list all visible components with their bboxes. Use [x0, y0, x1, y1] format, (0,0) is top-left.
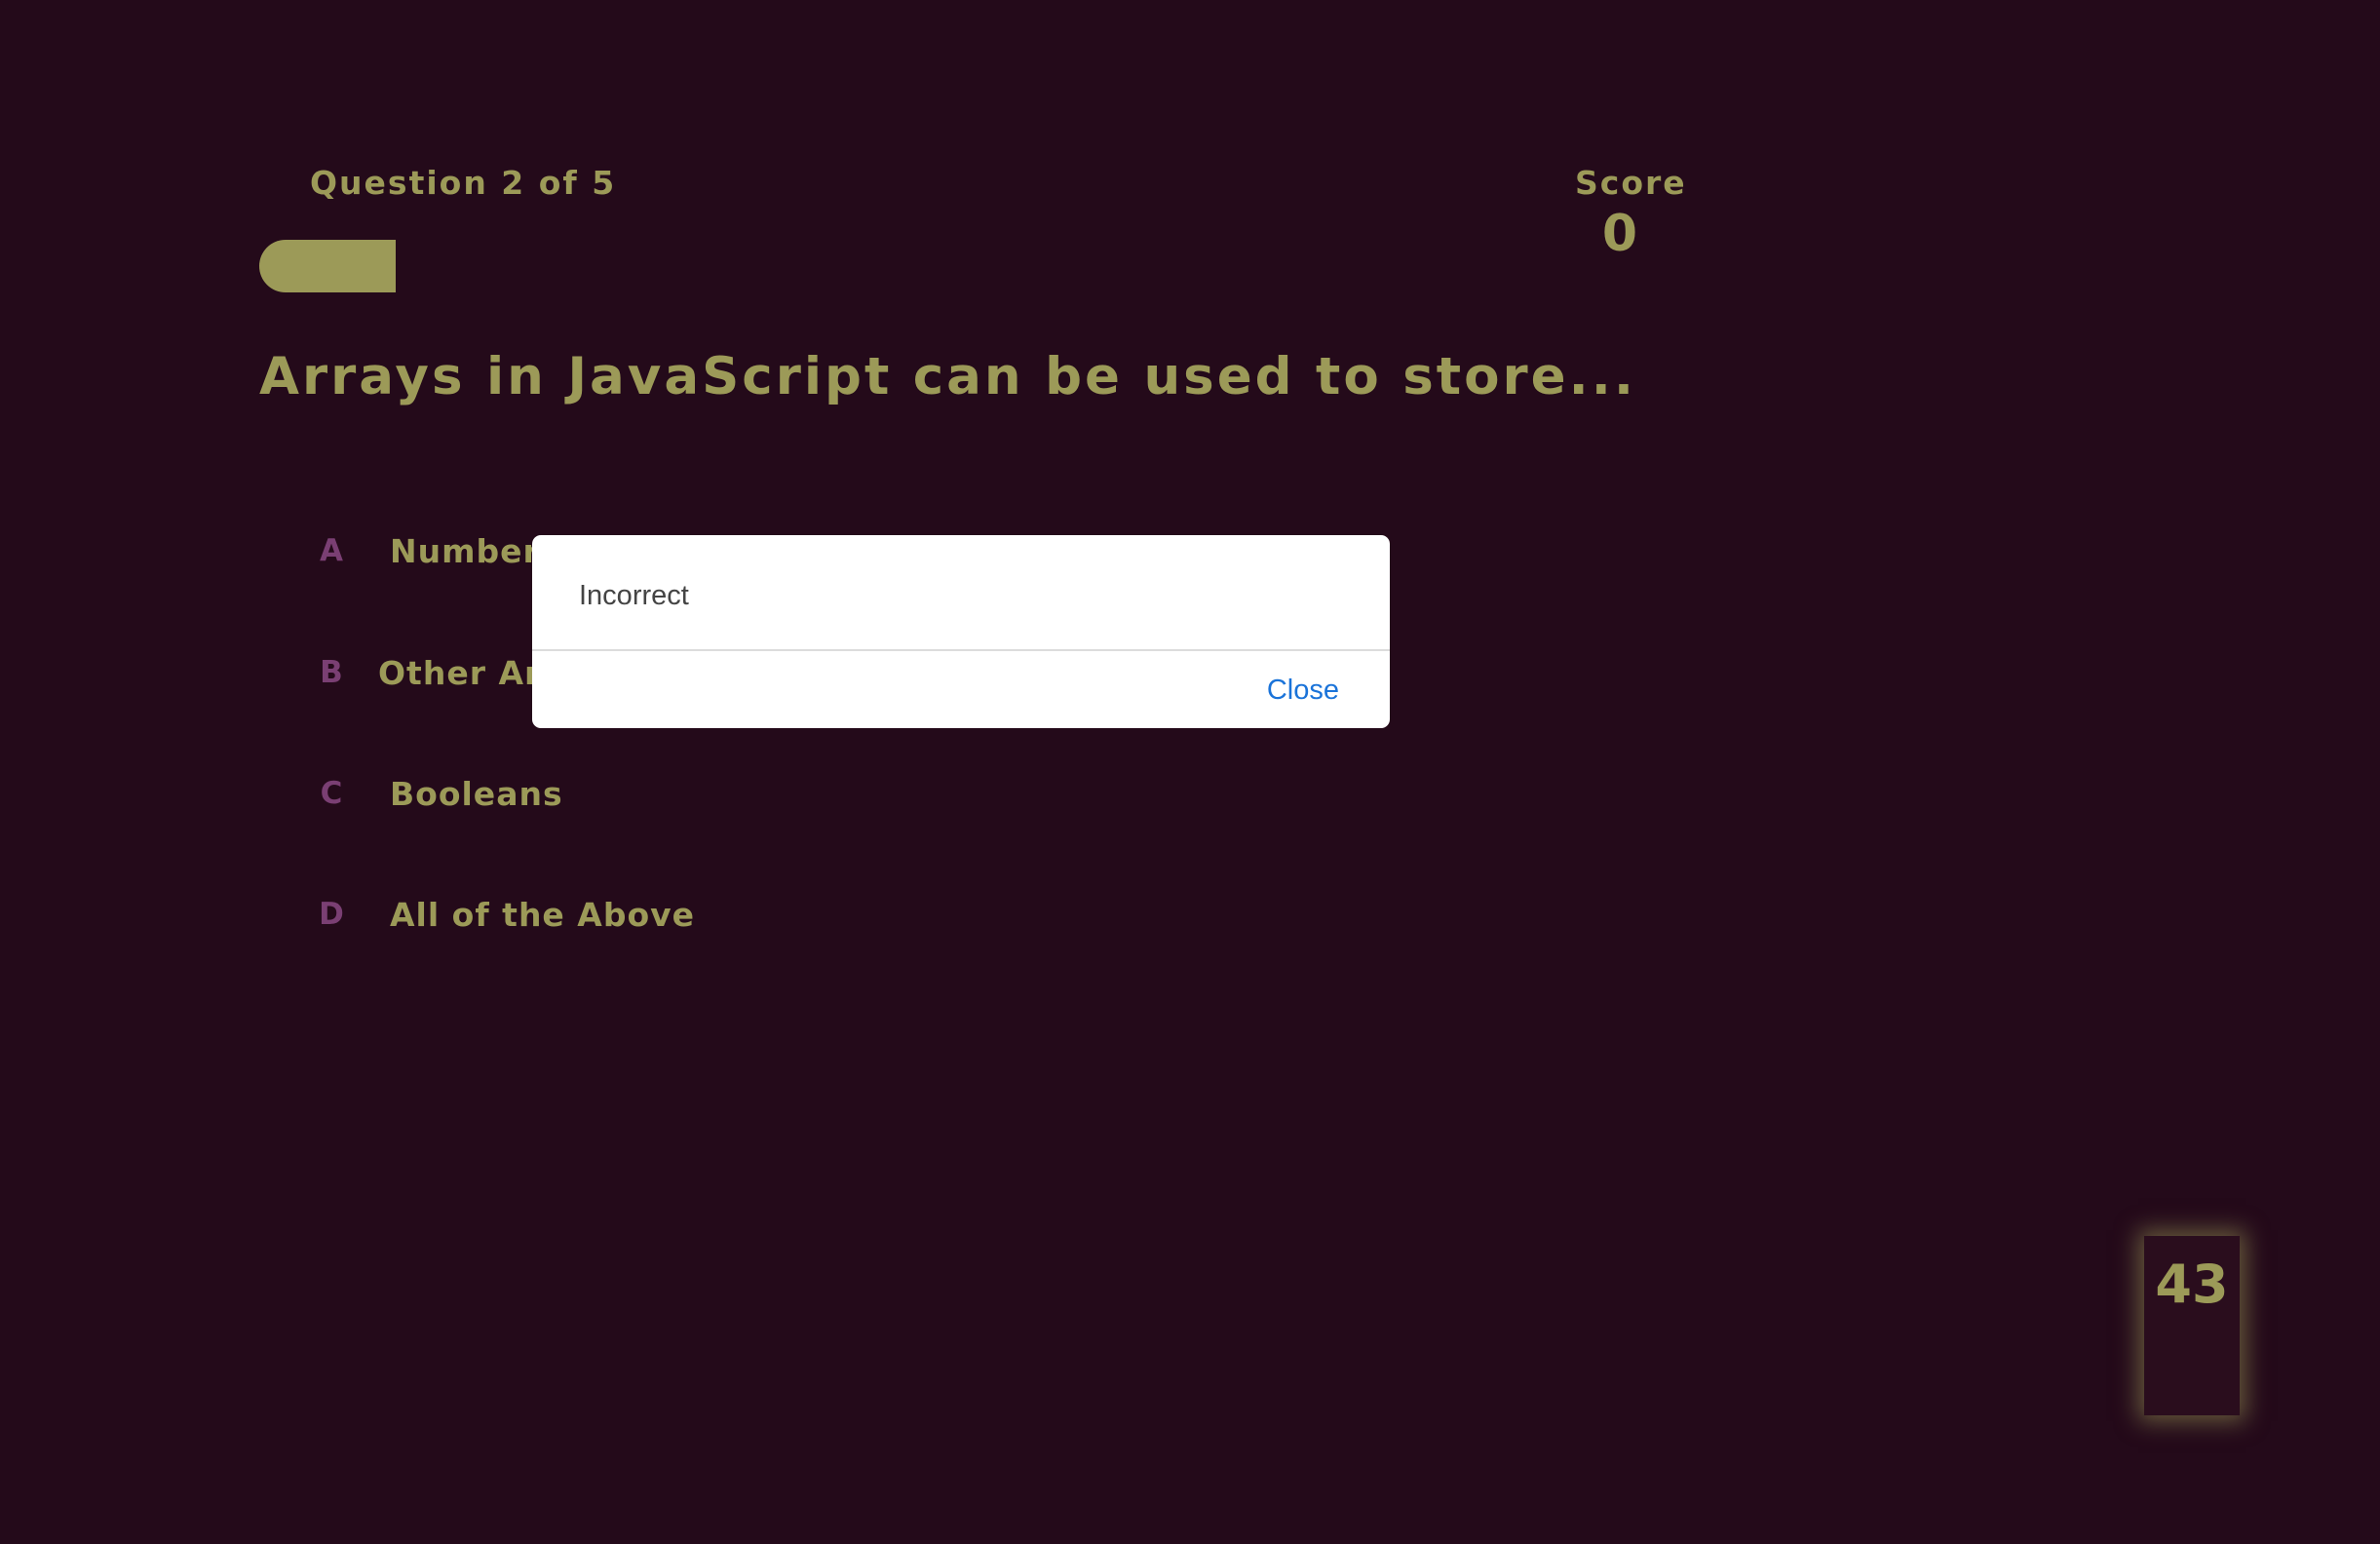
score-label: Score	[1575, 164, 1687, 202]
progress-bar	[259, 240, 941, 292]
answer-text: Booleans	[390, 774, 563, 813]
answer-option-c[interactable]: C Booleans	[292, 759, 563, 828]
question-text: Arrays in JavaScript can be used to stor…	[259, 347, 1637, 406]
answer-letter: D	[319, 897, 344, 932]
answer-letter: A	[320, 533, 343, 568]
answer-letter: B	[320, 655, 343, 690]
question-counter: Question 2 of 5	[310, 164, 617, 202]
progress-bar-fill	[259, 240, 396, 292]
answer-option-a[interactable]: A Numbers	[292, 517, 559, 585]
answer-letter: C	[320, 776, 343, 811]
timer-value: 43	[2155, 1254, 2229, 1315]
dialog-message: Incorrect	[579, 580, 689, 611]
close-button[interactable]: Close	[1267, 675, 1339, 707]
score-value: 0	[1601, 205, 1638, 263]
result-dialog: Incorrect Close	[532, 535, 1390, 728]
dialog-divider	[532, 649, 1390, 651]
countdown-timer: 43	[2144, 1236, 2240, 1415]
answer-option-d[interactable]: D All of the Above	[292, 880, 695, 948]
answer-text: All of the Above	[390, 895, 696, 934]
